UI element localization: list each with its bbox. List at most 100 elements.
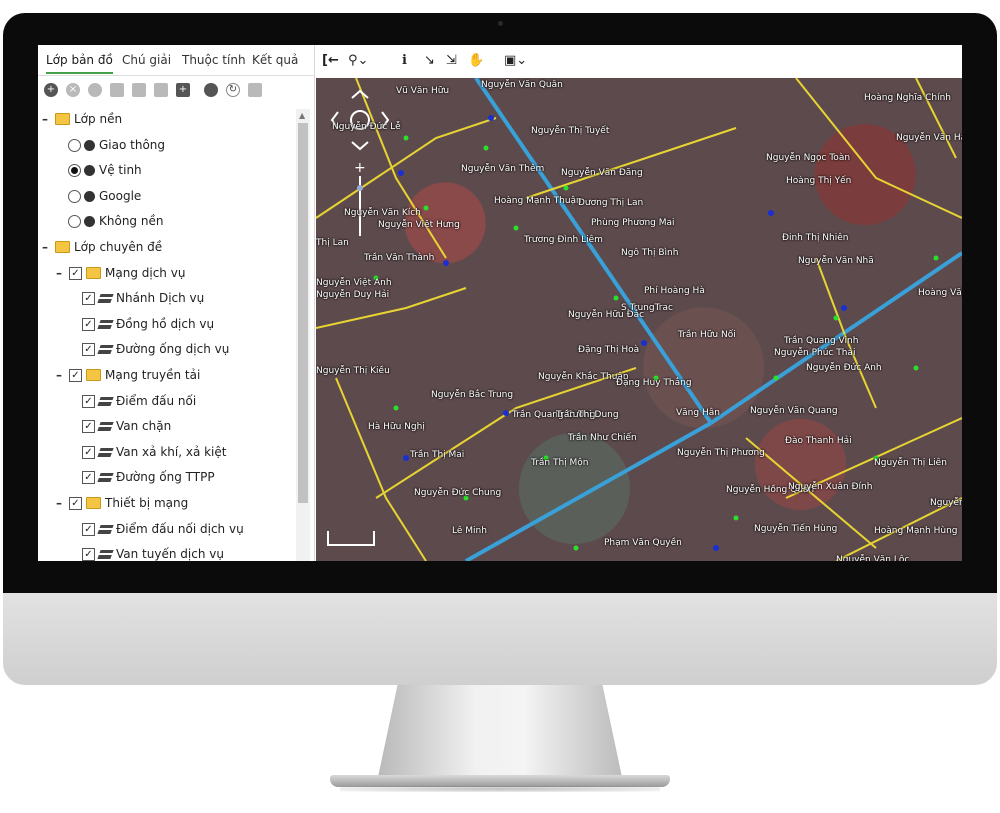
- refresh-icon[interactable]: ↻: [226, 83, 240, 97]
- base-layer-item[interactable]: Giao thông: [68, 135, 165, 155]
- monitor-shadow: [340, 786, 660, 792]
- tab-legend[interactable]: Chú giải: [122, 53, 171, 67]
- tree-subgroup[interactable]: – ✓ Thiết bị mạng: [56, 493, 188, 513]
- share-icon[interactable]: [132, 83, 146, 97]
- map-label: Trương Đình Liêm: [524, 235, 603, 245]
- checkbox[interactable]: ✓: [82, 394, 95, 408]
- collapse-icon[interactable]: –: [42, 240, 52, 254]
- map-label: Nguyễn Hườn: [930, 498, 962, 508]
- checkbox[interactable]: ✓: [69, 368, 82, 382]
- save-icon[interactable]: [248, 83, 262, 97]
- subgroup-label: Mạng truyền tải: [105, 368, 201, 382]
- layer-item[interactable]: ✓ Nhánh Dịch vụ: [82, 288, 204, 308]
- checkbox[interactable]: ✓: [82, 419, 95, 433]
- table-icon[interactable]: [154, 83, 168, 97]
- globe-icon: [84, 215, 95, 227]
- base-layer-label: Giao thông: [99, 138, 166, 152]
- layer-label: Đồng hồ dịch vụ: [116, 317, 215, 331]
- camera-icon: [498, 21, 503, 26]
- layer-item[interactable]: ✓ Điểm đấu nối dịch vụ: [82, 519, 244, 539]
- layer-item[interactable]: ✓ Đường ống TTPP: [82, 467, 215, 487]
- tree-scrollbar[interactable]: ▲: [296, 109, 310, 561]
- scroll-up-icon[interactable]: ▲: [299, 111, 305, 120]
- globe-icon: [84, 190, 95, 202]
- map-label: Nguyễn Việt Anh: [316, 278, 392, 288]
- svg-text:+: +: [354, 160, 366, 176]
- radio-button[interactable]: [68, 138, 81, 152]
- map-label: Hoàng Nghĩa Chính: [864, 93, 951, 103]
- tree-subgroup[interactable]: – ✓ Mạng truyền tải: [56, 365, 200, 385]
- tree-group-label: Lớp nền: [74, 112, 123, 126]
- globe-icon: [84, 139, 95, 151]
- tab-attributes[interactable]: Thuộc tính: [182, 53, 246, 67]
- layers-icon: [97, 344, 114, 354]
- globe-icon: [84, 164, 95, 176]
- layer-item[interactable]: ✓ Van xả khí, xả kiệt: [82, 442, 226, 462]
- checkbox[interactable]: ✓: [82, 445, 95, 459]
- map-label: Dương Thị Lan: [578, 198, 644, 208]
- add-icon[interactable]: +: [44, 83, 58, 97]
- clear-icon[interactable]: [88, 83, 102, 97]
- map-label: Nguyễn Văn Lộc: [836, 555, 910, 561]
- map-label: Phùng Phương Mai: [591, 218, 675, 228]
- select-box-icon[interactable]: ⇲: [446, 53, 457, 68]
- radio-button[interactable]: [68, 189, 81, 203]
- map-label: Nguyễn Bắc Trung: [431, 390, 514, 400]
- collapse-icon[interactable]: –: [56, 266, 66, 280]
- base-layer-item[interactable]: Vệ tinh: [68, 160, 142, 180]
- map-label: Trần Quang Vinh: [784, 336, 859, 346]
- checkbox[interactable]: ✓: [82, 317, 95, 331]
- collapse-icon[interactable]: –: [42, 112, 52, 126]
- radio-button[interactable]: [68, 214, 81, 228]
- layer-item[interactable]: ✓ Van tuyến dịch vụ: [82, 544, 224, 561]
- pin-icon[interactable]: ⚲⌄: [348, 53, 368, 68]
- checkbox[interactable]: ✓: [82, 342, 95, 356]
- collapse-icon[interactable]: –: [56, 496, 66, 510]
- map-label: Nguyễn Thị Kiều: [316, 366, 390, 376]
- layer-label: Điểm đấu nối: [116, 394, 197, 408]
- locate-icon[interactable]: [204, 83, 218, 97]
- collapse-icon[interactable]: –: [56, 368, 66, 382]
- checkbox[interactable]: ✓: [82, 522, 95, 536]
- layers-icon: [97, 319, 114, 329]
- map-label: Nguyễn Thị Liên: [874, 458, 947, 468]
- checkbox[interactable]: ✓: [82, 547, 95, 561]
- layer-item[interactable]: ✓ Đồng hồ dịch vụ: [82, 314, 214, 334]
- document-icon[interactable]: [110, 83, 124, 97]
- layer-item[interactable]: ✓ Điểm đấu nối: [82, 391, 196, 411]
- add-layer-icon[interactable]: +: [176, 83, 190, 97]
- monitor-chin: [3, 593, 997, 685]
- base-layer-item[interactable]: Không nền: [68, 211, 163, 231]
- tab-layers[interactable]: Lớp bản đồ: [46, 53, 113, 74]
- pan-hand-icon[interactable]: ✋: [468, 53, 484, 68]
- scroll-thumb[interactable]: [298, 123, 308, 503]
- tree-group-base[interactable]: – Lớp nền: [42, 109, 122, 129]
- checkbox[interactable]: ✓: [69, 266, 82, 280]
- tree-subgroup[interactable]: – ✓ Mạng dịch vụ: [56, 263, 185, 283]
- select-icon[interactable]: ↘: [424, 53, 435, 68]
- map-label: Nguyễn Đức Anh: [806, 363, 882, 373]
- map-label: Nguyễn Đức Lễ: [332, 122, 401, 132]
- map-toolbar: [← ⚲⌄ i ↘ ⇲ ✋ ▣⌄: [316, 45, 962, 79]
- base-layer-item[interactable]: Google: [68, 186, 141, 206]
- exit-icon[interactable]: [←: [322, 53, 339, 68]
- map-label: Thị Lan: [316, 238, 349, 248]
- info-icon[interactable]: i: [402, 53, 407, 68]
- checkbox[interactable]: ✓: [69, 496, 82, 510]
- layer-item[interactable]: ✓ Đường ống dịch vụ: [82, 339, 229, 359]
- map-view[interactable]: + Vũ Văn Hữu Nguyễn Văn Quân Hoàng Nghĩa C…: [316, 78, 962, 561]
- layer-label: Nhánh Dịch vụ: [116, 291, 205, 305]
- checkbox[interactable]: ✓: [82, 291, 95, 305]
- layer-item[interactable]: ✓ Van chặn: [82, 416, 171, 436]
- radio-button[interactable]: [68, 163, 81, 177]
- layers-icon: [97, 421, 114, 431]
- layer-label: Điểm đấu nối dịch vụ: [116, 522, 244, 536]
- checkbox[interactable]: ✓: [82, 470, 95, 484]
- tab-results[interactable]: Kết quả: [252, 53, 298, 67]
- map-label: Nguyễn Đức Chung: [414, 488, 502, 498]
- remove-icon[interactable]: ×: [66, 83, 80, 97]
- tree-group-thematic[interactable]: – Lớp chuyên đề: [42, 237, 162, 257]
- folder-icon: [55, 241, 70, 253]
- service-line: [915, 78, 957, 159]
- print-icon[interactable]: ▣⌄: [504, 53, 527, 68]
